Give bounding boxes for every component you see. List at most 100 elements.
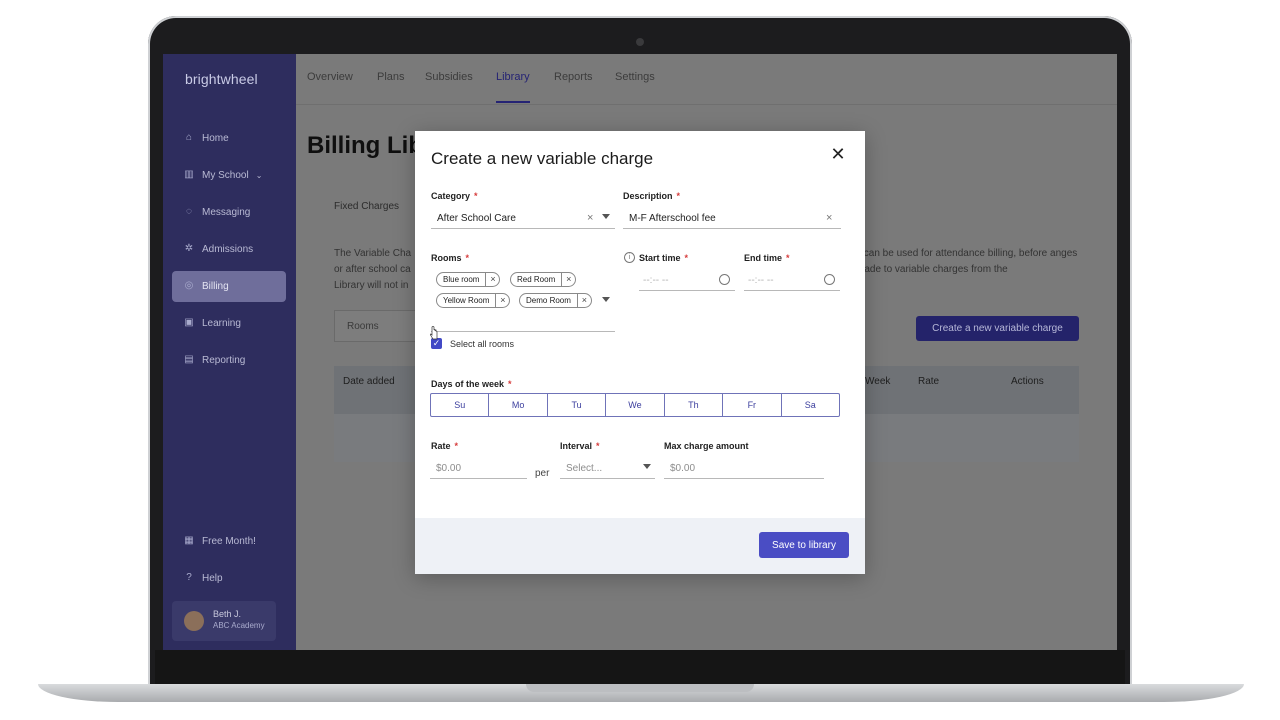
rate-input[interactable]: $0.00: [430, 460, 527, 479]
day-th[interactable]: Th: [665, 394, 724, 416]
day-tu[interactable]: Tu: [548, 394, 607, 416]
logo-text: brightwheel: [185, 71, 258, 87]
page-title: Billing Lib: [307, 132, 423, 159]
description-label-text: Description: [623, 191, 673, 201]
start-time-input[interactable]: --:-- --: [639, 272, 735, 291]
sidebar-item-label: Learning: [202, 317, 241, 329]
gift-icon: ▦: [184, 535, 194, 546]
tab-settings[interactable]: Settings: [615, 71, 655, 83]
interval-select[interactable]: Select...: [560, 460, 655, 479]
chevron-down-icon: ⌄: [255, 170, 263, 180]
day-mo[interactable]: Mo: [489, 394, 548, 416]
sidebar-item-admissions[interactable]: ✲ Admissions: [183, 241, 253, 257]
category-label-text: Category: [431, 191, 471, 201]
day-su[interactable]: Su: [431, 394, 490, 416]
end-time-label-text: End time: [744, 253, 783, 263]
column-actions: Actions: [1011, 376, 1044, 387]
description-input[interactable]: M-F Afterschool fee ×: [623, 210, 841, 229]
sidebar-item-label: Admissions: [202, 243, 254, 255]
modal-footer: Save to library: [415, 518, 865, 574]
rooms-dropdown-icon[interactable]: [602, 297, 610, 302]
end-time-input[interactable]: --:-- --: [744, 272, 840, 291]
day-fr[interactable]: Fr: [723, 394, 782, 416]
per-text: per: [535, 468, 550, 479]
sidebar-item-messaging[interactable]: ◌ Messaging: [183, 204, 250, 220]
interval-label: Interval *: [560, 441, 600, 451]
modal-title: Create a new variable charge: [431, 149, 654, 168]
close-icon[interactable]: ✕: [829, 145, 847, 163]
remove-chip-icon[interactable]: ×: [495, 294, 509, 307]
column-date-added: Date added: [343, 376, 395, 387]
sidebar-item-free-month[interactable]: ▦ Free Month!: [183, 533, 256, 549]
chevron-down-icon[interactable]: [643, 464, 651, 469]
clock-icon: [824, 274, 835, 285]
days-label-text: Days of the week: [431, 379, 505, 389]
chevron-down-icon[interactable]: [602, 214, 610, 219]
remove-chip-icon[interactable]: ×: [576, 294, 591, 307]
rooms-field-underline: [431, 331, 615, 332]
description-text-left: The Variable Cha or after school ca Libr…: [334, 248, 412, 291]
create-variable-charge-modal: Create a new variable charge ✕ Category *…: [415, 131, 865, 574]
category-value: After School Care: [437, 213, 516, 224]
create-variable-charge-button[interactable]: Create a new variable charge: [916, 316, 1079, 341]
save-to-library-button[interactable]: Save to library: [759, 532, 849, 558]
clear-icon[interactable]: ×: [826, 212, 832, 224]
remove-chip-icon[interactable]: ×: [485, 273, 499, 286]
clear-icon[interactable]: ×: [587, 212, 593, 224]
sidebar-item-billing[interactable]: ◎ Billing: [183, 278, 229, 294]
sidebar-item-learning[interactable]: ▣ Learning: [183, 315, 241, 331]
sidebar-item-reporting[interactable]: ▤ Reporting: [183, 352, 245, 368]
rooms-filter[interactable]: Rooms: [334, 310, 424, 342]
tab-subsidies[interactable]: Subsidies: [425, 71, 473, 83]
info-icon[interactable]: i: [624, 252, 635, 263]
chip-label: Yellow Room: [443, 296, 490, 305]
required-mark: *: [508, 379, 512, 389]
tab-fixed-charges[interactable]: Fixed Charges: [334, 201, 399, 212]
rate-label: Rate *: [431, 441, 458, 451]
sidebar-item-label: Messaging: [202, 206, 251, 218]
tab-plans[interactable]: Plans: [377, 71, 405, 83]
rate-label-text: Rate: [431, 441, 451, 451]
clock-icon: [719, 274, 730, 285]
chip-label: Demo Room: [526, 296, 571, 305]
reporting-icon: ▤: [184, 354, 194, 365]
active-tab-underline: [496, 101, 530, 103]
required-mark: *: [786, 253, 790, 263]
tab-library[interactable]: Library: [496, 71, 530, 83]
days-of-week-label: Days of the week *: [431, 379, 512, 389]
camera: [636, 38, 644, 46]
column-rate: Rate: [918, 376, 940, 387]
room-chip-red-room: Red Room ×: [510, 272, 577, 287]
user-name: Beth J.: [213, 609, 242, 619]
sidebar: brightwheel ⌂ Home ▥ My School ⌄ ◌ Messa…: [163, 54, 296, 650]
description-text-right: s can be used for attendance billing, be…: [856, 248, 1078, 275]
laptop-bezel: [155, 650, 1125, 684]
brightwheel-logo[interactable]: brightwheel: [185, 71, 258, 87]
day-sa[interactable]: Sa: [782, 394, 839, 416]
remove-chip-icon[interactable]: ×: [561, 273, 575, 286]
required-mark: *: [596, 441, 600, 451]
description-label: Description *: [623, 191, 680, 201]
room-chip-demo-room: Demo Room ×: [519, 293, 592, 308]
home-icon: ⌂: [185, 132, 193, 143]
tab-reports[interactable]: Reports: [554, 71, 593, 83]
chip-label: Red Room: [517, 275, 556, 284]
admissions-icon: ✲: [184, 243, 194, 254]
tab-overview[interactable]: Overview: [307, 71, 353, 83]
cursor-icon: [429, 326, 438, 340]
room-chip-yellow-room: Yellow Room ×: [436, 293, 511, 308]
learning-icon: ▣: [184, 317, 194, 328]
sidebar-item-help[interactable]: ? Help: [183, 570, 222, 586]
required-mark: *: [684, 253, 689, 263]
max-charge-input[interactable]: $0.00: [664, 460, 824, 479]
sidebar-item-home[interactable]: ⌂ Home: [183, 130, 229, 146]
sidebar-item-my-school[interactable]: ▥ My School ⌄: [183, 167, 262, 183]
category-select[interactable]: After School Care ×: [431, 210, 615, 229]
help-icon: ?: [186, 572, 192, 583]
day-we[interactable]: We: [606, 394, 665, 416]
sidebar-item-label: Reporting: [202, 354, 246, 366]
max-charge-placeholder: $0.00: [670, 463, 696, 474]
user-card[interactable]: Beth J. ABC Academy: [172, 601, 276, 641]
end-time-placeholder: --:-- --: [748, 275, 774, 286]
start-time-label: Start time *: [639, 253, 688, 263]
